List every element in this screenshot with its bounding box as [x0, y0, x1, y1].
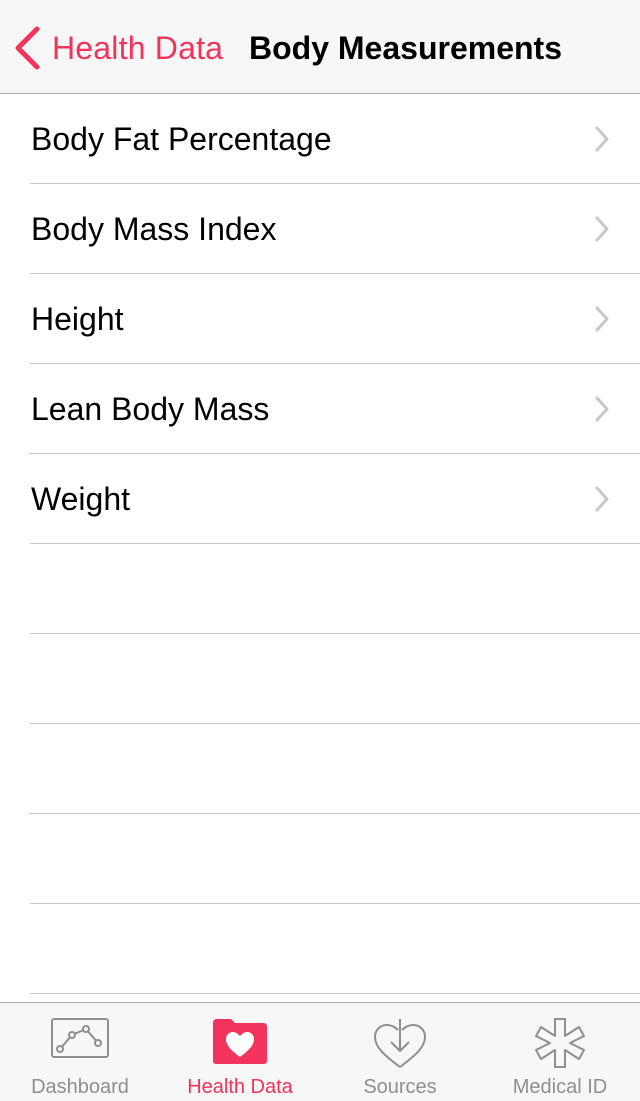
- tab-label: Dashboard: [31, 1076, 129, 1098]
- list-item-weight[interactable]: Weight: [0, 454, 640, 544]
- empty-row: [0, 814, 640, 904]
- empty-row: [0, 904, 640, 994]
- health-data-icon: [211, 1017, 269, 1070]
- empty-row: [0, 544, 640, 634]
- measurement-list: Body Fat Percentage Body Mass Index Heig…: [0, 94, 640, 994]
- sources-icon: [372, 1017, 428, 1074]
- chevron-right-icon: [594, 215, 610, 248]
- chevron-right-icon: [594, 305, 610, 338]
- chevron-right-icon: [594, 485, 610, 518]
- tab-health-data[interactable]: Health Data: [160, 1003, 320, 1101]
- empty-row: [0, 634, 640, 724]
- chevron-right-icon: [594, 125, 610, 158]
- list-item-label: Body Fat Percentage: [31, 120, 332, 157]
- list-item-height[interactable]: Height: [0, 274, 640, 364]
- tab-sources[interactable]: Sources: [320, 1003, 480, 1101]
- list-item-body-fat-percentage[interactable]: Body Fat Percentage: [0, 94, 640, 184]
- tab-dashboard[interactable]: Dashboard: [0, 1003, 160, 1101]
- empty-row: [0, 724, 640, 814]
- back-button-label: Health Data: [52, 29, 224, 66]
- list-item-label: Height: [31, 300, 124, 337]
- chevron-left-icon: [14, 26, 40, 70]
- list-item-label: Lean Body Mass: [31, 390, 270, 427]
- screen: Health Data Body Measurements Body Fat P…: [0, 0, 640, 1101]
- chevron-right-icon: [594, 395, 610, 428]
- medical-id-icon: [533, 1017, 587, 1074]
- dashboard-icon: [50, 1017, 110, 1066]
- list-item-label: Weight: [31, 480, 131, 517]
- back-button[interactable]: Health Data: [14, 24, 223, 72]
- list-item-body-mass-index[interactable]: Body Mass Index: [0, 184, 640, 274]
- list-item-label: Body Mass Index: [31, 210, 277, 247]
- list-item-lean-body-mass[interactable]: Lean Body Mass: [0, 364, 640, 454]
- tab-bar: Dashboard Health Data Sources Medical ID: [0, 1002, 640, 1101]
- tab-label: Health Data: [187, 1076, 293, 1098]
- tab-label: Medical ID: [512, 1076, 608, 1098]
- page-title: Body Measurements: [249, 29, 562, 66]
- tab-label: Sources: [363, 1076, 437, 1098]
- navigation-bar: Health Data Body Measurements: [0, 0, 640, 94]
- tab-medical-id[interactable]: Medical ID: [480, 1003, 640, 1101]
